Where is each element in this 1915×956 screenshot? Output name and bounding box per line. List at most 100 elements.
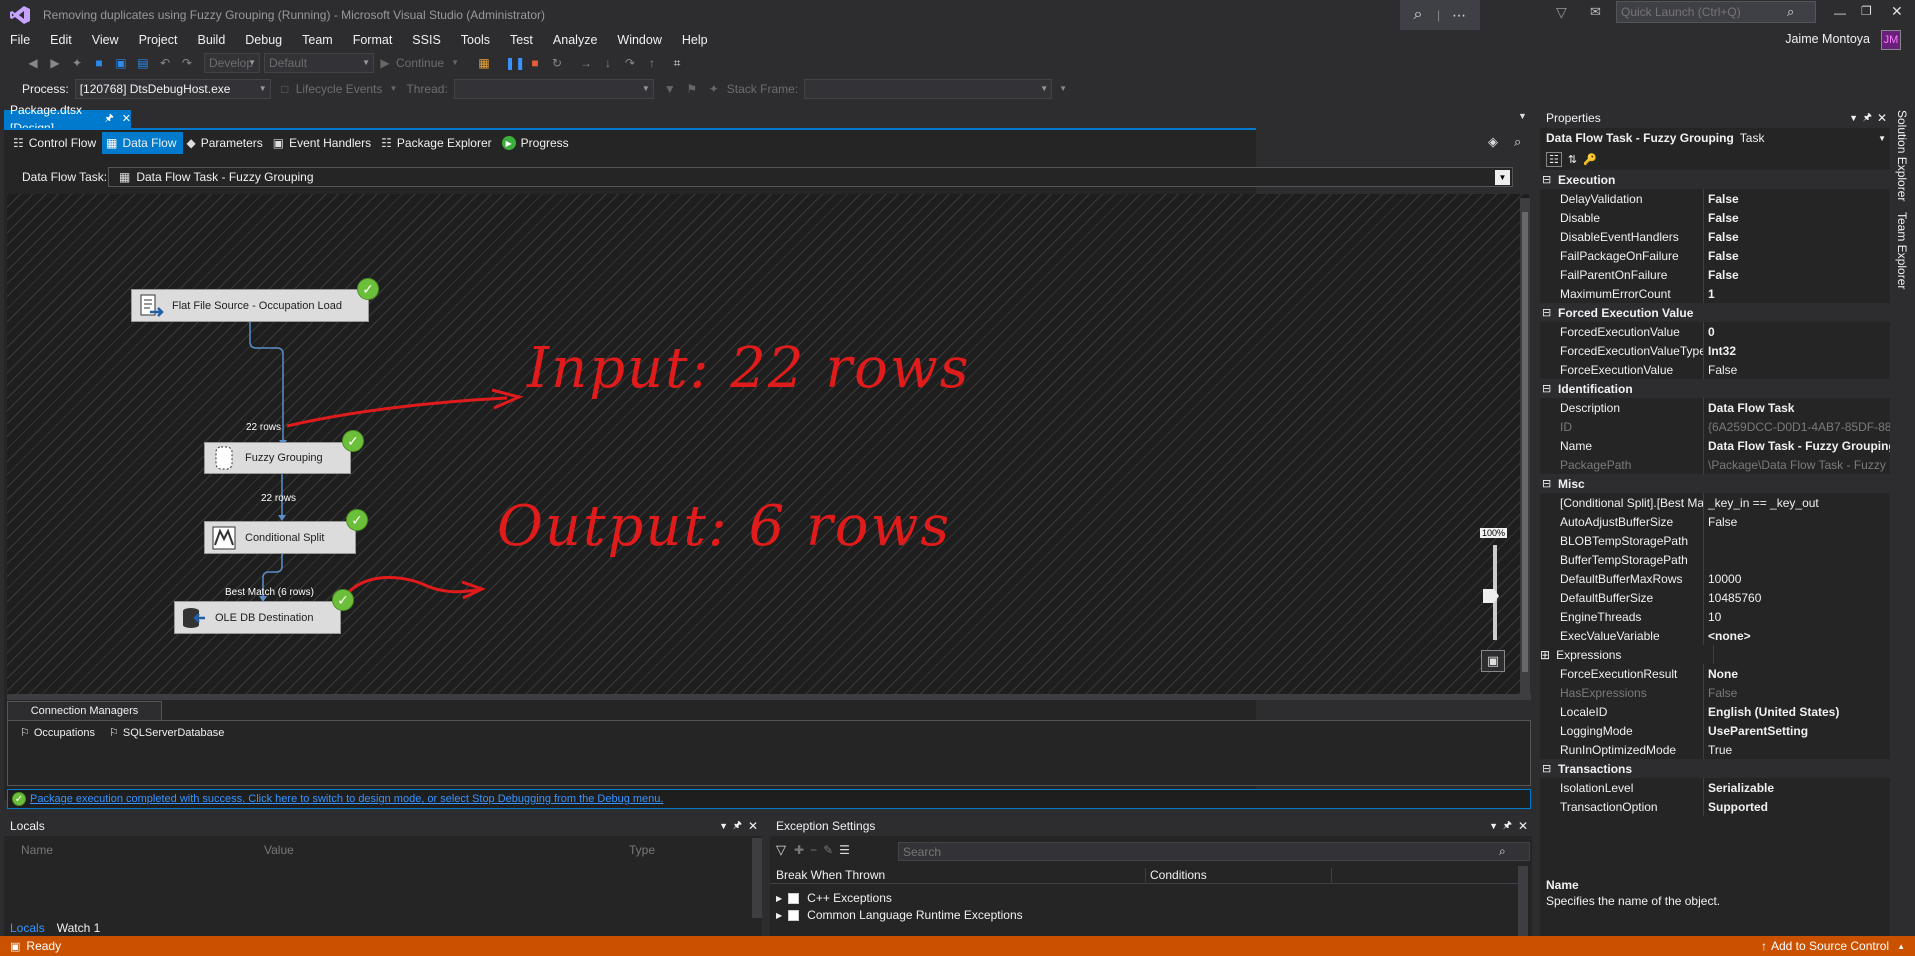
- property-value[interactable]: 1: [1704, 287, 1890, 301]
- column-header-value[interactable]: Value: [264, 843, 294, 857]
- property-value[interactable]: Data Flow Task: [1704, 401, 1890, 415]
- expand-arrow-icon[interactable]: ▶: [776, 911, 782, 920]
- expand-icon[interactable]: ✦: [706, 81, 722, 97]
- path-row-count[interactable]: Best Match (6 rows): [225, 587, 314, 598]
- solution-config-select[interactable]: Develop ▼: [204, 53, 260, 73]
- chevron-down-icon[interactable]: ▼: [447, 55, 463, 71]
- tab-control-flow[interactable]: ☷ Control Flow: [9, 132, 102, 154]
- add-to-source-control-button[interactable]: Add to Source Control: [1771, 939, 1889, 953]
- property-category[interactable]: ⊟ Misc: [1540, 474, 1890, 493]
- tab-locals[interactable]: Locals: [10, 921, 45, 935]
- property-row[interactable]: HasExpressions False: [1540, 683, 1890, 702]
- canvas-vertical-scrollbar[interactable]: [1520, 198, 1530, 694]
- open-file-icon[interactable]: ■: [91, 55, 107, 71]
- property-row[interactable]: DisableEventHandlers False: [1540, 227, 1890, 246]
- redo-icon[interactable]: ↷: [179, 55, 195, 71]
- flag-icon[interactable]: ⚑: [684, 81, 700, 97]
- exception-item[interactable]: ▶ C++ Exceptions: [776, 891, 892, 905]
- switch-to-design-mode-link[interactable]: Package execution completed with success…: [30, 793, 663, 805]
- edit-conditions-icon[interactable]: ✎: [823, 843, 833, 857]
- checkbox[interactable]: [788, 892, 800, 904]
- property-category[interactable]: ⊟ Forced Execution Value: [1540, 303, 1890, 322]
- property-value[interactable]: {6A259DCC-D0D1-4AB7-85DF-88: [1704, 420, 1890, 434]
- categorized-icon[interactable]: ☷: [1546, 151, 1562, 167]
- new-item-icon[interactable]: ✦: [69, 55, 85, 71]
- property-value[interactable]: <none>: [1704, 629, 1890, 643]
- toolbar-overflow-icon[interactable]: ▼: [1055, 81, 1071, 97]
- restore-defaults-icon[interactable]: ☰: [839, 843, 850, 857]
- property-value[interactable]: False: [1704, 211, 1890, 225]
- expand-icon[interactable]: ⊞: [1540, 648, 1550, 662]
- menu-tools[interactable]: Tools: [451, 31, 500, 49]
- path-row-count[interactable]: 22 rows: [261, 493, 296, 504]
- property-row[interactable]: LocaleID English (United States): [1540, 702, 1890, 721]
- property-row[interactable]: ForceExecutionResult None: [1540, 664, 1890, 683]
- property-value[interactable]: False: [1704, 363, 1890, 377]
- minimize-button[interactable]: —: [1834, 6, 1846, 20]
- property-value[interactable]: 0: [1704, 325, 1890, 339]
- connection-managers-tab[interactable]: Connection Managers: [7, 701, 162, 720]
- menu-debug[interactable]: Debug: [235, 31, 292, 49]
- scrollbar-thumb[interactable]: [1522, 212, 1528, 672]
- platform-select[interactable]: Default ▼: [264, 53, 374, 73]
- quick-launch-input[interactable]: [1617, 2, 1787, 22]
- tab-progress[interactable]: ▶ Progress: [498, 132, 575, 154]
- pin-icon[interactable]: 🖈: [105, 110, 114, 128]
- property-value[interactable]: Supported: [1704, 800, 1890, 814]
- data-flow-task-select[interactable]: ▦ Data Flow Task - Fuzzy Grouping ▼: [108, 167, 1513, 187]
- save-all-icon[interactable]: ▤: [135, 55, 151, 71]
- property-value[interactable]: _key_in == _key_out: [1704, 496, 1890, 510]
- property-value[interactable]: English (United States): [1704, 705, 1890, 719]
- show-next-statement-icon[interactable]: →: [578, 55, 594, 71]
- property-row[interactable]: EngineThreads 10: [1540, 607, 1890, 626]
- property-row[interactable]: ID {6A259DCC-D0D1-4AB7-85DF-88: [1540, 417, 1890, 436]
- remove-icon[interactable]: −: [810, 843, 817, 857]
- property-category[interactable]: ⊟ Execution: [1540, 170, 1890, 189]
- chevron-down-icon[interactable]: ▼: [385, 81, 401, 97]
- column-header-type[interactable]: Type: [629, 843, 655, 857]
- tab-package-explorer[interactable]: ☷ Package Explorer: [377, 132, 497, 154]
- chevron-up-icon[interactable]: ▲: [1897, 942, 1905, 951]
- undo-icon[interactable]: ↶: [157, 55, 173, 71]
- quick-launch-box[interactable]: ⌕: [1616, 1, 1816, 23]
- property-value[interactable]: UseParentSetting: [1704, 724, 1890, 738]
- close-icon[interactable]: ✕: [748, 819, 758, 833]
- restore-button[interactable]: ❐: [1861, 4, 1872, 18]
- ole-db-destination-node[interactable]: OLE DB Destination: [174, 601, 341, 634]
- column-header-conditions[interactable]: Conditions: [1146, 867, 1332, 882]
- property-row[interactable]: FailPackageOnFailure False: [1540, 246, 1890, 265]
- alphabetical-icon[interactable]: ⇅: [1568, 153, 1577, 166]
- menu-team[interactable]: Team: [292, 31, 343, 49]
- menu-format[interactable]: Format: [343, 31, 403, 49]
- close-button[interactable]: ✕: [1891, 3, 1903, 20]
- property-row[interactable]: BufferTempStoragePath: [1540, 550, 1890, 569]
- tab-watch-1[interactable]: Watch 1: [57, 921, 101, 935]
- locals-scrollbar[interactable]: [752, 838, 762, 918]
- restart-icon[interactable]: ↻: [549, 55, 565, 71]
- zoom-to-fit-button[interactable]: ▣: [1481, 650, 1505, 672]
- filter-icon[interactable]: ▽: [776, 842, 786, 858]
- property-value[interactable]: False: [1704, 515, 1890, 529]
- property-value[interactable]: 10485760: [1704, 591, 1890, 605]
- property-row[interactable]: BLOBTempStoragePath: [1540, 531, 1890, 550]
- property-row[interactable]: ⊞ Expressions: [1540, 645, 1890, 664]
- tab-event-handlers[interactable]: ▣ Event Handlers: [269, 132, 377, 154]
- menu-build[interactable]: Build: [187, 31, 235, 49]
- property-row[interactable]: Name Data Flow Task - Fuzzy Grouping: [1540, 436, 1890, 455]
- collapse-icon[interactable]: ⊟: [1542, 382, 1556, 395]
- continue-button[interactable]: Continue: [396, 56, 444, 70]
- property-value[interactable]: \Package\Data Flow Task - Fuzzy: [1704, 458, 1890, 472]
- property-value[interactable]: False: [1704, 268, 1890, 282]
- exceptions-scrollbar[interactable]: [1518, 866, 1528, 936]
- object-selector[interactable]: Data Flow Task - Fuzzy Grouping Task ▼: [1540, 128, 1890, 148]
- tab-data-flow[interactable]: ▦ Data Flow: [102, 132, 183, 154]
- lifecycle-events-button[interactable]: Lifecycle Events: [296, 82, 383, 96]
- menu-edit[interactable]: Edit: [40, 31, 82, 49]
- menu-view[interactable]: View: [82, 31, 129, 49]
- menu-help[interactable]: Help: [672, 31, 718, 49]
- chevron-down-icon[interactable]: ▼: [719, 821, 728, 831]
- close-icon[interactable]: ✕: [1877, 111, 1887, 125]
- property-value[interactable]: 10000: [1704, 572, 1890, 586]
- pause-icon[interactable]: ❚❚: [505, 55, 525, 71]
- avatar[interactable]: JM: [1881, 30, 1901, 50]
